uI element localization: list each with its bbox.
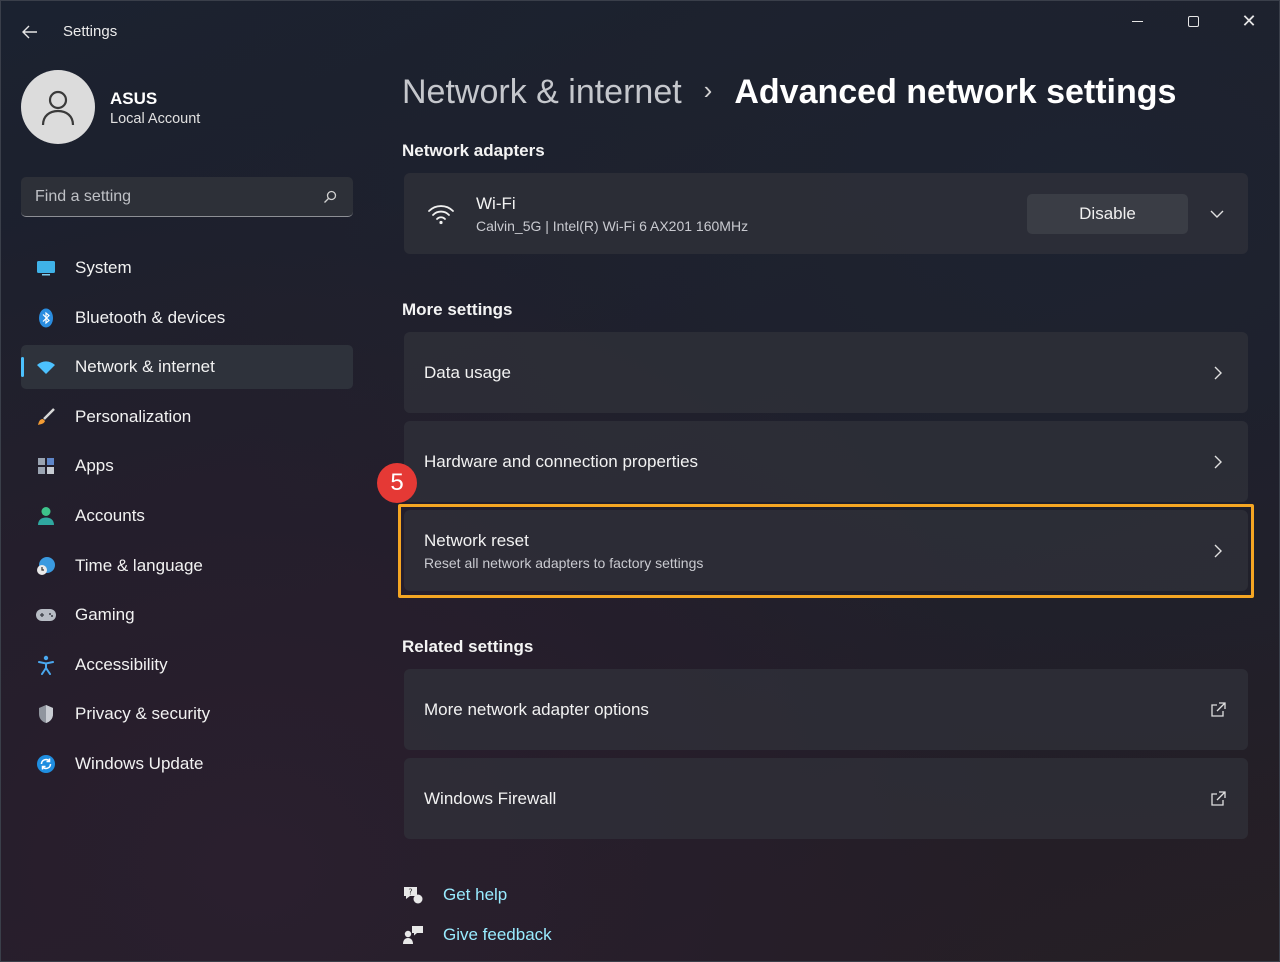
hardware-properties-label: Hardware and connection properties	[424, 451, 699, 471]
give-feedback-row[interactable]: Give feedback	[402, 924, 552, 946]
chevron-right-icon	[1208, 452, 1228, 472]
section-title-related-settings: Related settings	[402, 637, 534, 656]
svg-text:?: ?	[408, 888, 412, 897]
brush-icon	[35, 406, 57, 428]
breadcrumb-separator: ›	[703, 75, 713, 105]
sidebar-item-label: Accessibility	[75, 654, 168, 674]
sidebar-item-windows-update[interactable]: Windows Update	[21, 742, 353, 786]
sidebar-item-privacy[interactable]: Privacy & security	[21, 692, 353, 736]
app-title: Settings	[63, 23, 118, 40]
apps-icon	[35, 455, 57, 477]
network-reset-label: Network reset	[424, 530, 529, 550]
get-help-row[interactable]: ? Get help	[402, 884, 507, 906]
maximize-icon	[1187, 15, 1199, 27]
external-link-icon	[1208, 700, 1228, 720]
wifi-icon	[35, 356, 57, 378]
feedback-icon	[402, 924, 424, 946]
sidebar-item-label: System	[75, 258, 132, 277]
sidebar-item-bluetooth[interactable]: Bluetooth & devices	[21, 296, 353, 340]
sidebar-item-label: Network & internet	[75, 357, 215, 377]
sidebar-item-time-language[interactable]: Time & language	[21, 544, 353, 588]
hardware-properties-card[interactable]: Hardware and connection properties	[404, 421, 1248, 502]
external-link-icon	[1208, 789, 1228, 809]
windows-firewall-card[interactable]: Windows Firewall	[404, 758, 1248, 839]
close-icon: ✕	[1241, 11, 1257, 31]
section-title-network-adapters: Network adapters	[402, 141, 545, 160]
data-usage-label: Data usage	[424, 362, 511, 382]
profile-name: ASUS	[110, 89, 158, 108]
search-input[interactable]: Find a setting	[21, 177, 353, 217]
section-title-more-settings: More settings	[402, 300, 513, 319]
sidebar-item-label: Bluetooth & devices	[75, 307, 226, 327]
bluetooth-icon	[35, 307, 57, 329]
sidebar-item-label: Windows Update	[75, 753, 204, 773]
data-usage-card[interactable]: Data usage	[404, 332, 1248, 413]
sidebar-item-personalization[interactable]: Personalization	[21, 395, 353, 439]
update-icon	[35, 753, 57, 775]
chevron-right-icon	[1208, 541, 1228, 561]
chevron-right-icon	[1208, 363, 1228, 383]
user-icon	[41, 90, 75, 126]
breadcrumb-parent[interactable]: Network & internet	[402, 73, 682, 112]
sidebar-item-gaming[interactable]: Gaming	[21, 593, 353, 637]
maximize-button[interactable]	[1170, 6, 1216, 36]
title-bar: Settings ✕	[0, 0, 1280, 62]
system-icon	[35, 257, 57, 279]
search-icon[interactable]	[321, 188, 339, 206]
adapter-options-card[interactable]: More network adapter options	[404, 669, 1248, 750]
minimize-icon	[1131, 20, 1143, 22]
profile-account-type: Local Account	[110, 111, 201, 127]
give-feedback-link[interactable]: Give feedback	[443, 925, 552, 945]
chevron-down-icon[interactable]	[1206, 210, 1228, 218]
sidebar-item-apps[interactable]: Apps	[21, 444, 353, 488]
sidebar-item-system[interactable]: System	[21, 246, 353, 290]
shield-icon	[35, 703, 57, 725]
minimize-button[interactable]	[1114, 6, 1160, 36]
disable-button[interactable]: Disable	[1027, 193, 1188, 234]
adapter-name: Wi-Fi	[476, 193, 516, 213]
get-help-link[interactable]: Get help	[443, 885, 507, 905]
network-reset-card[interactable]: Network reset Reset all network adapters…	[404, 510, 1248, 591]
sidebar-item-label: Apps	[75, 456, 114, 476]
sidebar-item-label: Personalization	[75, 406, 192, 426]
search-placeholder: Find a setting	[35, 187, 132, 205]
network-reset-description: Reset all network adapters to factory se…	[424, 554, 704, 571]
globe-clock-icon	[35, 555, 57, 577]
back-button[interactable]	[14, 18, 46, 46]
accessibility-icon	[35, 654, 57, 676]
close-button[interactable]: ✕	[1226, 6, 1272, 36]
sidebar-nav: System Bluetooth & devices Network & int…	[21, 246, 353, 792]
sidebar-item-accessibility[interactable]: Accessibility	[21, 643, 353, 687]
adapter-options-label: More network adapter options	[424, 699, 649, 719]
wifi-signal-icon	[426, 199, 456, 229]
step-badge: 5	[377, 463, 417, 503]
person-icon	[35, 505, 57, 527]
sidebar-item-label: Accounts	[75, 505, 145, 525]
sidebar-item-network[interactable]: Network & internet	[21, 345, 353, 390]
help-chat-icon: ?	[402, 884, 424, 906]
arrow-left-icon	[22, 25, 37, 39]
sidebar-item-label: Time & language	[75, 555, 203, 575]
wifi-adapter-card[interactable]: Wi-Fi Calvin_5G | Intel(R) Wi-Fi 6 AX201…	[404, 173, 1248, 254]
page-title: Advanced network settings	[734, 73, 1177, 111]
windows-firewall-label: Windows Firewall	[424, 788, 557, 808]
sidebar-item-label: Gaming	[75, 605, 135, 625]
breadcrumb: Network & internet › Advanced network se…	[402, 73, 1176, 112]
avatar[interactable]	[21, 70, 95, 144]
gamepad-icon	[35, 604, 57, 626]
sidebar-item-accounts[interactable]: Accounts	[21, 494, 353, 538]
sidebar-item-label: Privacy & security	[75, 704, 211, 724]
adapter-details: Calvin_5G | Intel(R) Wi-Fi 6 AX201 160MH…	[476, 217, 749, 234]
